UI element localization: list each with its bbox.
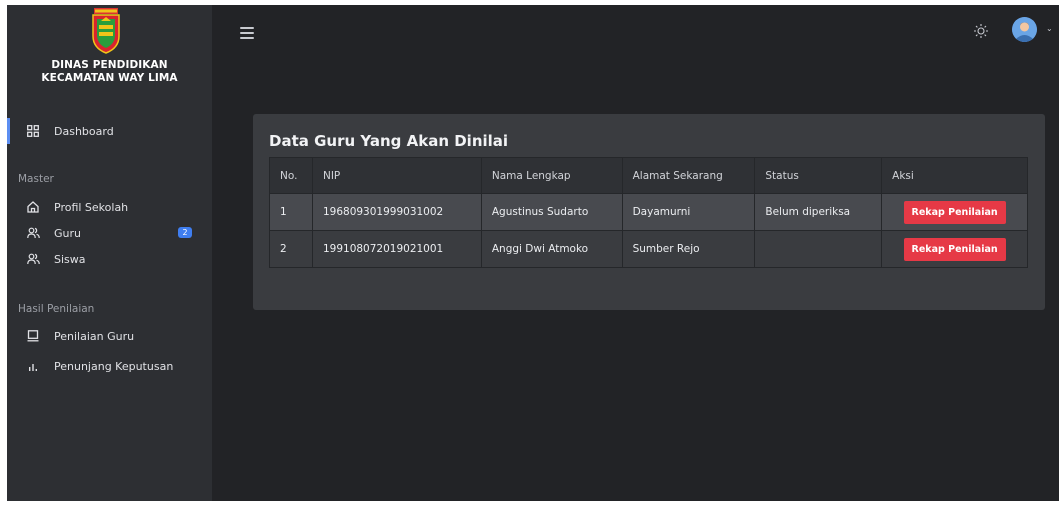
pesawaran-crest-icon: [92, 8, 120, 54]
column-header-nip: NIP: [311, 157, 482, 194]
bar-chart-icon: [26, 359, 40, 373]
table-row: 1 196809301999031002 Agustinus Sudarto D…: [269, 193, 1028, 231]
rekap-penilaian-button[interactable]: Rekap Penilaian: [903, 200, 1006, 224]
table-row: 2 199108072019021001 Anggi Dwi Atmoko Su…: [269, 230, 1028, 268]
teacher-table: No. NIP Nama Lengkap Alamat Sekarang Sta…: [269, 157, 1028, 268]
cell-alamat: Sumber Rejo: [621, 230, 756, 268]
cell-aksi: Rekap Penilaian: [881, 193, 1028, 231]
sidebar-item-label: Dashboard: [54, 124, 114, 138]
dashboard-grid-icon: [26, 124, 40, 138]
sidebar-item-label: Profil Sekolah: [54, 200, 129, 214]
cell-nip: 196809301999031002: [311, 193, 482, 231]
users-icon: [26, 226, 40, 240]
cell-status: [754, 230, 883, 268]
column-header-nama-lengkap: Nama Lengkap: [480, 157, 623, 194]
cell-no: 1: [269, 193, 313, 231]
user-avatar-icon[interactable]: [1012, 17, 1037, 42]
brand-name: DINAS PENDIDIKAN KECAMATAN WAY LIMA: [7, 59, 212, 85]
sidebar-item-profil-sekolah[interactable]: Profil Sekolah: [7, 194, 212, 220]
hamburger-icon[interactable]: [240, 27, 254, 39]
brand-line-2: KECAMATAN WAY LIMA: [41, 72, 178, 84]
users-icon: [26, 252, 40, 266]
sidebar-item-guru[interactable]: Guru 2: [7, 220, 212, 246]
app-window: DINAS PENDIDIKAN KECAMATAN WAY LIMA Dash…: [7, 5, 1059, 501]
sidebar-item-penilaian-guru[interactable]: Penilaian Guru: [7, 323, 212, 349]
card-title: Data Guru Yang Akan Dinilai: [269, 132, 509, 150]
brand-line-1: DINAS PENDIDIKAN: [51, 59, 168, 71]
cell-status: Belum diperiksa: [754, 193, 883, 231]
cell-nama: Anggi Dwi Atmoko: [480, 230, 623, 268]
sidebar-item-dashboard[interactable]: Dashboard: [7, 118, 212, 144]
sidebar-item-label: Guru: [54, 226, 81, 240]
cell-nip: 199108072019021001: [311, 230, 482, 268]
column-header-no: No.: [269, 157, 313, 194]
cell-aksi: Rekap Penilaian: [881, 230, 1028, 268]
sidebar-item-siswa[interactable]: Siswa: [7, 246, 212, 272]
sidebar-item-penunjang-keputusan[interactable]: Penunjang Keputusan: [7, 353, 212, 379]
sidebar-item-label: Penilaian Guru: [54, 329, 135, 343]
cell-alamat: Dayamurni: [621, 193, 756, 231]
cell-no: 2: [269, 230, 313, 268]
table-header-row: No. NIP Nama Lengkap Alamat Sekarang Sta…: [269, 157, 1028, 194]
column-header-status: Status: [754, 157, 883, 194]
home-icon: [26, 200, 40, 214]
monitor-icon: [26, 329, 40, 343]
section-label-hasil-penilaian: Hasil Penilaian: [18, 303, 95, 315]
column-header-alamat-sekarang: Alamat Sekarang: [621, 157, 756, 194]
sun-icon[interactable]: [973, 23, 989, 39]
rekap-penilaian-button[interactable]: Rekap Penilaian: [903, 237, 1006, 261]
section-label-master: Master: [18, 173, 54, 185]
sidebar-item-label: Siswa: [54, 252, 86, 266]
column-header-aksi: Aksi: [881, 157, 1028, 194]
sidebar-item-label: Penunjang Keputusan: [54, 359, 174, 373]
cell-nama: Agustinus Sudarto: [480, 193, 623, 231]
teacher-table-card: Data Guru Yang Akan Dinilai No. NIP Nama…: [253, 114, 1045, 310]
chevron-down-icon[interactable]: ⌄: [1046, 24, 1053, 33]
notification-badge: 2: [178, 227, 192, 238]
sidebar: DINAS PENDIDIKAN KECAMATAN WAY LIMA Dash…: [7, 5, 212, 501]
